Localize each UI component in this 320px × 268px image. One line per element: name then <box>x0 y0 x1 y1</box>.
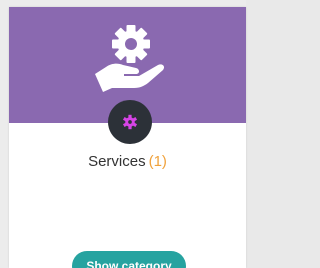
page: Services (1) Show category <box>0 0 246 268</box>
category-name: Services <box>88 153 146 170</box>
category-title: Services (1) <box>9 153 246 170</box>
show-category-button[interactable]: Show category <box>72 251 186 268</box>
gear-icon <box>122 114 138 130</box>
gear-hand-icon <box>95 25 165 92</box>
category-count: (1) <box>148 153 167 170</box>
gear-hole <box>125 38 137 50</box>
category-badge <box>108 100 152 144</box>
category-card[interactable]: Services (1) Show category <box>9 7 246 268</box>
